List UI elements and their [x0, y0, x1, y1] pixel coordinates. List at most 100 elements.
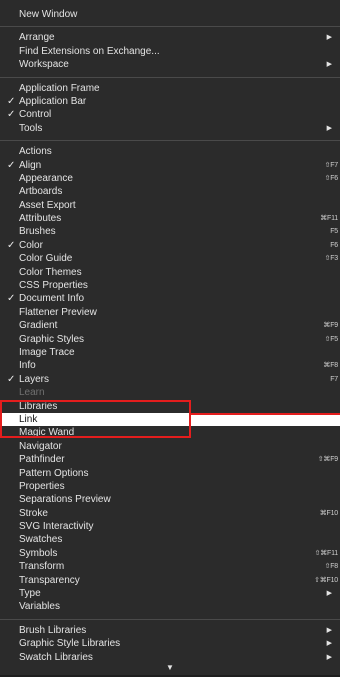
menu-item-label: Brush Libraries [19, 624, 87, 636]
submenu-arrow-icon: ▶ [326, 34, 332, 42]
menu-item-label: Magic Wand [19, 427, 75, 439]
menu-item-label: New Window [19, 9, 78, 20]
menu-item-label: Pattern Options [19, 467, 89, 479]
menu-item-transparency[interactable]: Transparency ⇧⌘F10 [0, 574, 340, 587]
keyboard-shortcut: F7 [330, 375, 338, 383]
menu-item-label: Brushes [19, 226, 56, 238]
menu-item-label: Asset Export [19, 199, 76, 211]
menu-item-flattener-preview[interactable]: Flattener Preview [0, 306, 340, 319]
menu-item-svg-interactivity[interactable]: SVG Interactivity [0, 520, 340, 533]
menu-item-graphic-styles[interactable]: Graphic Styles ⇧F5 [0, 333, 340, 346]
menu-item-label: Graphic Style Libraries [19, 638, 121, 650]
menu-item-label: Type [19, 588, 41, 600]
keyboard-shortcut: ⇧F3 [324, 255, 339, 263]
menu-item-align[interactable]: ✓ Align ⇧F7 [0, 159, 340, 172]
window-menu: New Window Arrange ▶ Find Extensions on Exc… [0, 0, 340, 676]
menu-item-find-extensions-on-exchange[interactable]: Find Extensions on Exchange... [0, 45, 340, 58]
menu-item-css-properties[interactable]: CSS Properties [0, 279, 340, 292]
menu-item-label: Attributes [19, 213, 62, 225]
menu-item-libraries[interactable]: Libraries [0, 400, 340, 413]
checkmark-icon: ✓ [7, 109, 16, 121]
menu-item-actions[interactable]: Actions [0, 145, 340, 158]
menu-item-label: Variables [19, 601, 60, 613]
menu-item-transform[interactable]: Transform ⇧F8 [0, 560, 340, 573]
menu-item-application-bar[interactable]: ✓ Application Bar [0, 95, 340, 108]
menu-item-tools[interactable]: Tools ▶ [0, 122, 340, 135]
menu-item-label: Color Themes [19, 266, 82, 278]
menu-item-color[interactable]: ✓ Color F6 [0, 239, 340, 252]
menu-item-label: Learn [19, 387, 45, 399]
menu-separator [0, 140, 340, 142]
menu-item-properties[interactable]: Properties [0, 480, 340, 493]
keyboard-shortcut: ⌘F10 [319, 509, 338, 517]
menu-item-label: Image Trace [19, 346, 75, 358]
menu-item-label: Control [19, 109, 52, 121]
menu-item-label: SVG Interactivity [19, 521, 94, 533]
menu-item-appearance[interactable]: Appearance ⇧F6 [0, 172, 340, 185]
menu-item-label: Swatches [19, 534, 63, 546]
menu-item-label: Application Bar [19, 95, 87, 107]
menu-item-label: Actions [19, 146, 52, 158]
menu-item-variables[interactable]: Variables [0, 600, 340, 613]
menu-item-label: Flattener Preview [19, 306, 97, 318]
menu-item-stroke[interactable]: Stroke ⌘F10 [0, 507, 340, 520]
menu-item-symbols[interactable]: Symbols ⇧⌘F11 [0, 547, 340, 560]
checkmark-icon: ✓ [7, 95, 16, 107]
keyboard-shortcut: F6 [330, 241, 338, 249]
menu-item-new-window[interactable]: New Window [0, 8, 340, 21]
menu-item-label: Gradient [19, 320, 58, 332]
menu-item-brushes[interactable]: Brushes F5 [0, 225, 340, 238]
menu-item-arrange[interactable]: Arrange ▶ [0, 31, 340, 44]
menu-item-type[interactable]: Type ▶ [0, 587, 340, 600]
menu-item-separations-preview[interactable]: Separations Preview [0, 493, 340, 506]
menu-item-label: Document Info [19, 293, 85, 305]
menu-item-label: Navigator [19, 440, 62, 452]
menu-item-color-themes[interactable]: Color Themes [0, 266, 340, 279]
keyboard-shortcut: ⇧⌘F11 [314, 549, 339, 557]
menu-item-label: Align [19, 159, 42, 171]
menu-item-swatches[interactable]: Swatches [0, 533, 340, 546]
menu-item-layers[interactable]: ✓ Layers F7 [0, 373, 340, 386]
menu-item-label: CSS Properties [19, 280, 88, 292]
submenu-arrow-icon: ▶ [326, 626, 332, 634]
menu-item-pathfinder[interactable]: Pathfinder ⇧⌘F9 [0, 453, 340, 466]
menu-item-control[interactable]: ✓ Control [0, 108, 340, 121]
submenu-arrow-icon: ▶ [326, 124, 332, 132]
menu-item-application-frame[interactable]: Application Frame [0, 82, 340, 95]
menu-item-label: Application Frame [19, 82, 100, 94]
menu-item-link[interactable]: Link [0, 412, 340, 427]
menu-item-label: Transform [19, 561, 65, 573]
scroll-down-arrow-icon[interactable]: ▼ [0, 661, 340, 675]
keyboard-shortcut: ⇧F6 [324, 174, 339, 182]
menu-item-color-guide[interactable]: Color Guide ⇧F3 [0, 252, 340, 265]
menu-separator [0, 76, 340, 78]
menu-item-label: Symbols [19, 547, 58, 559]
checkmark-icon: ✓ [7, 159, 16, 171]
menu-item-image-trace[interactable]: Image Trace [0, 346, 340, 359]
menu-separator [0, 26, 340, 28]
menu-item-artboards[interactable]: Artboards [0, 185, 340, 198]
menu-item-brush-libraries[interactable]: Brush Libraries ▶ [0, 624, 340, 637]
submenu-arrow-icon: ▶ [326, 61, 332, 69]
menu-item-label: Transparency [19, 574, 80, 586]
menu-item-label: Layers [19, 373, 50, 385]
menu-item-navigator[interactable]: Navigator [0, 440, 340, 453]
menu-item-asset-export[interactable]: Asset Export [0, 199, 340, 212]
checkmark-icon: ✓ [7, 293, 16, 305]
menu-item-label: Workspace [19, 59, 69, 71]
menu-item-label: Artboards [19, 186, 63, 198]
menu-item-pattern-options[interactable]: Pattern Options [0, 467, 340, 480]
menu-item-workspace[interactable]: Workspace ▶ [0, 58, 340, 71]
menu-item-info[interactable]: Info ⌘F8 [0, 359, 340, 372]
menu-item-document-info[interactable]: ✓ Document Info [0, 292, 340, 305]
menu-separator [0, 618, 340, 620]
keyboard-shortcut: ⌘F9 [323, 322, 338, 330]
menu-item-gradient[interactable]: Gradient ⌘F9 [0, 319, 340, 332]
menu-item-graphic-style-libraries[interactable]: Graphic Style Libraries ▶ [0, 637, 340, 650]
menu-item-label: Pathfinder [19, 454, 65, 466]
menu-item-attributes[interactable]: Attributes ⌘F11 [0, 212, 340, 225]
menu-item-label: Appearance [19, 172, 73, 184]
menu-item-label: Arrange [19, 32, 55, 44]
menu-item-magic-wand[interactable]: Magic Wand [0, 426, 340, 439]
keyboard-shortcut: ⌘F8 [323, 362, 338, 370]
